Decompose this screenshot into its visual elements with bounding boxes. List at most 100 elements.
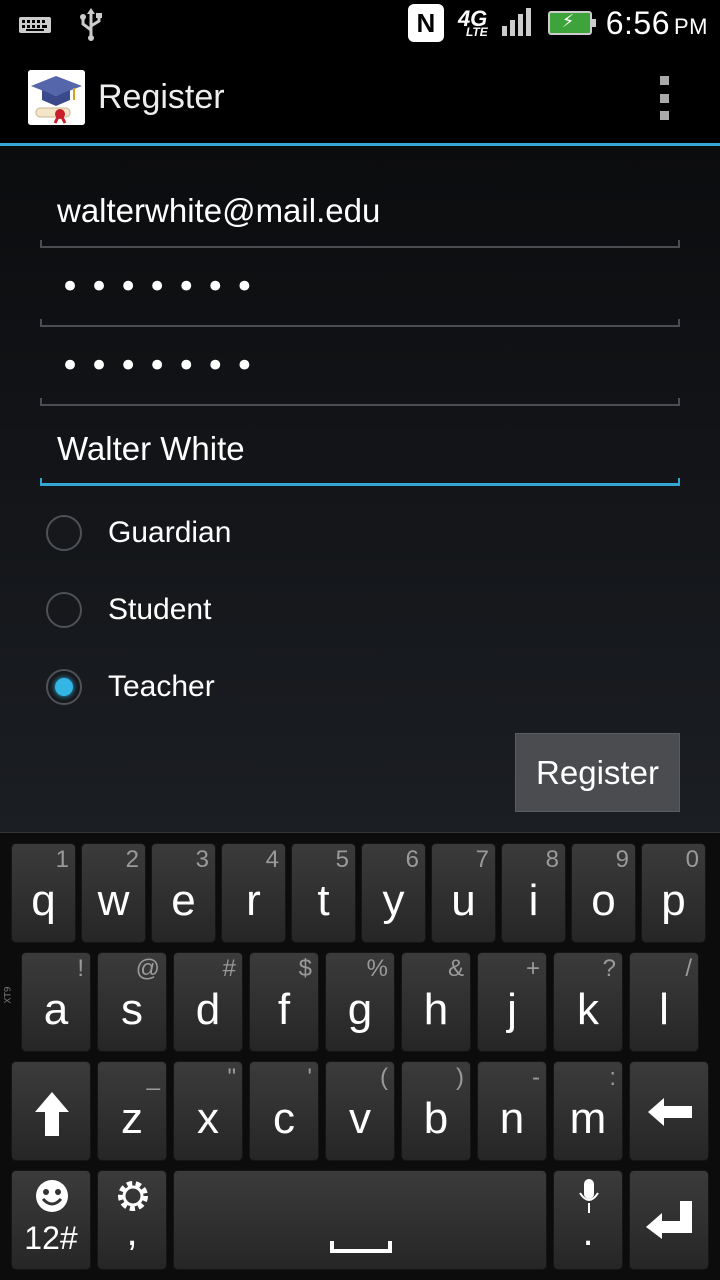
key-h[interactable]: & h — [401, 952, 471, 1052]
key-u[interactable]: 7u — [431, 843, 496, 943]
usb-icon — [78, 8, 104, 46]
key-alt-label: ( — [380, 1064, 388, 1091]
key-f[interactable]: $ f — [249, 952, 319, 1052]
soft-keyboard: 1 q 2 w 3 e 4 r 5 t 6 y 7 u 8 i 9 o 0 p! a @ s # d $ f% g & h + j? k / l _ z… — [0, 832, 720, 1280]
radio-button-checked[interactable] — [46, 669, 82, 705]
email-field[interactable]: walterwhite@mail.edu — [40, 188, 680, 248]
graduation-cap-icon[interactable] — [28, 70, 85, 125]
key-w[interactable]: 2w — [81, 843, 146, 943]
key-label: g — [347, 985, 373, 1034]
signal-icon — [501, 6, 534, 40]
key-label: z — [121, 1094, 143, 1143]
key-label: h — [423, 985, 449, 1034]
key-alt-label: $ — [298, 955, 312, 982]
key-d[interactable]: # d — [173, 952, 243, 1052]
key-label: m — [569, 1094, 607, 1143]
key-alt-label: @ — [135, 955, 160, 982]
key-g[interactable]: % g — [325, 952, 395, 1052]
key-l[interactable]: / l — [629, 952, 699, 1052]
role-radio-guardian[interactable]: Guardian — [46, 508, 446, 558]
page-title: Register — [98, 78, 225, 116]
key-label: l — [659, 985, 669, 1034]
key-alt-label: / — [685, 955, 692, 982]
radio-button[interactable] — [46, 592, 82, 628]
shift-key[interactable] — [11, 1061, 91, 1161]
enter-key[interactable] — [629, 1170, 709, 1270]
key-label: o — [591, 876, 616, 925]
key-e[interactable]: 3e — [151, 843, 216, 943]
radio-button[interactable] — [46, 515, 82, 551]
key-i[interactable]: 8i — [501, 843, 566, 943]
voice-period-key[interactable]: . — [553, 1170, 623, 1270]
enter-arrow-icon — [646, 1201, 692, 1239]
key-n[interactable]: -n — [477, 1061, 547, 1161]
clock: 6:56 PM — [605, 4, 708, 41]
key-x[interactable]: " x — [173, 1061, 243, 1161]
key-alt-label: 5 — [335, 846, 349, 873]
key-s[interactable]: @ s — [97, 952, 167, 1052]
keyboard-icon — [18, 15, 52, 39]
key-label: k — [577, 985, 599, 1034]
key-alt-label: 3 — [195, 846, 209, 873]
status-bar: N 4G LTE ⚡ 6:56 PM — [0, 0, 720, 50]
space-bar-icon — [330, 1241, 392, 1253]
key-alt-label: 1 — [55, 846, 69, 873]
key-p[interactable]: 0p — [641, 843, 706, 943]
key-label: x — [197, 1094, 219, 1143]
key-j[interactable]: + j — [477, 952, 547, 1052]
key-k[interactable]: ? k — [553, 952, 623, 1052]
key-label: w — [97, 876, 130, 925]
key-label: d — [195, 985, 221, 1034]
key-alt-label: ! — [77, 955, 84, 982]
key-alt-label: 7 — [475, 846, 489, 873]
space-key[interactable] — [173, 1170, 547, 1270]
key-label: n — [499, 1094, 525, 1143]
key-m[interactable]: :m — [553, 1061, 623, 1161]
key-label: e — [171, 876, 196, 925]
key-label: c — [273, 1094, 295, 1143]
key-q[interactable]: 1q — [11, 843, 76, 943]
key-label: v — [349, 1094, 371, 1143]
key-a[interactable]: ! a — [21, 952, 91, 1052]
role-radio-student[interactable]: Student — [46, 585, 446, 635]
name-field[interactable]: Walter White — [40, 426, 680, 486]
key-r[interactable]: 4r — [221, 843, 286, 943]
settings-comma-key[interactable]: , — [97, 1170, 167, 1270]
key-y[interactable]: 6y — [361, 843, 426, 943]
key-label: b — [423, 1094, 449, 1143]
register-button[interactable]: Register — [515, 733, 680, 812]
key-alt-label: 2 — [125, 846, 139, 873]
key-b[interactable]: ) b — [401, 1061, 471, 1161]
key-alt-label: _ — [146, 1064, 160, 1091]
key-o[interactable]: 9o — [571, 843, 636, 943]
overflow-menu-icon[interactable] — [652, 76, 676, 120]
key-label: i — [528, 876, 539, 925]
key-label: t — [317, 876, 330, 925]
key-label: p — [661, 876, 686, 925]
battery-charging-icon: ⚡ — [547, 11, 596, 35]
xt9-label: XT9 — [3, 986, 14, 1004]
key-alt-label: 4 — [265, 846, 279, 873]
key-alt-label: + — [525, 955, 540, 982]
key-alt-label: : — [609, 1064, 616, 1091]
key-t[interactable]: 5t — [291, 843, 356, 943]
key-alt-label: - — [532, 1064, 540, 1091]
register-form: walterwhite@mail.edu ••••••• ••••••• Wal… — [0, 146, 720, 832]
action-bar: Register — [0, 50, 720, 144]
key-label: r — [246, 876, 261, 925]
key-alt-label: ) — [456, 1064, 464, 1091]
password-field[interactable]: ••••••• — [40, 267, 680, 327]
smiley-icon — [36, 1180, 68, 1212]
backspace-key[interactable] — [629, 1061, 709, 1161]
role-radio-teacher[interactable]: Teacher — [46, 662, 446, 712]
symbols-key[interactable]: 12# — [11, 1170, 91, 1270]
gear-icon — [118, 1181, 148, 1211]
key-alt-label: # — [222, 955, 236, 982]
shift-arrow-icon — [35, 1092, 69, 1136]
key-c[interactable]: ' c — [249, 1061, 319, 1161]
confirm-password-field[interactable]: ••••••• — [40, 346, 680, 406]
key-z[interactable]: _ z — [97, 1061, 167, 1161]
key-v[interactable]: (v — [325, 1061, 395, 1161]
key-alt-label: & — [447, 955, 464, 982]
backspace-icon — [648, 1098, 692, 1126]
